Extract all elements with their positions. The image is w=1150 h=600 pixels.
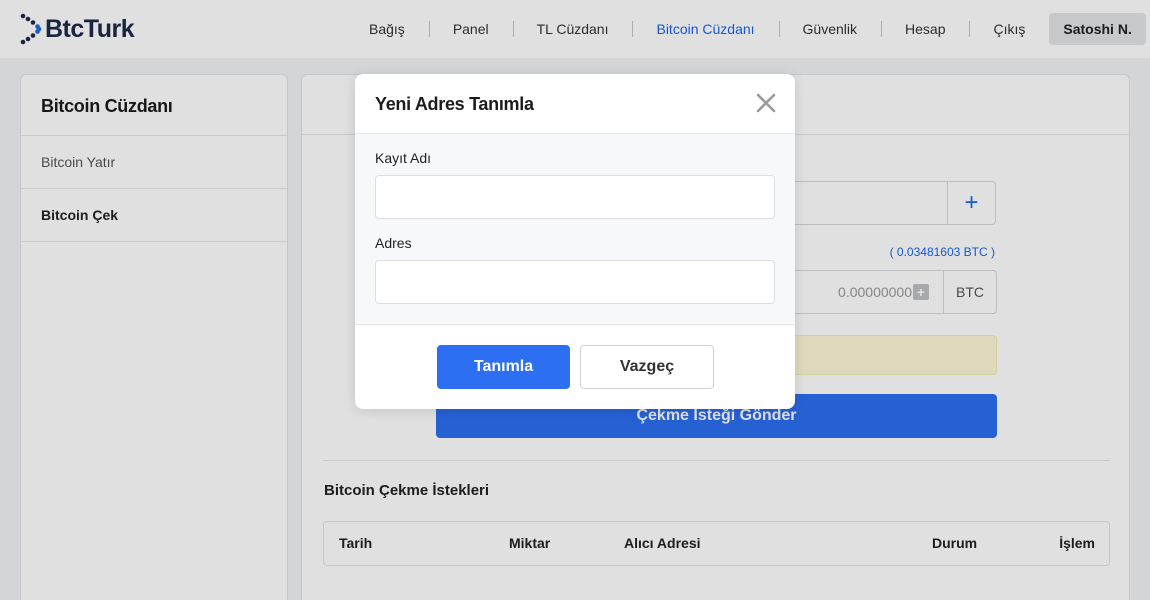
address-label: Adres <box>375 235 412 251</box>
define-button[interactable]: Tanımla <box>437 345 570 389</box>
close-icon[interactable] <box>756 93 776 113</box>
record-name-input[interactable] <box>375 175 775 219</box>
divider <box>355 324 795 325</box>
cancel-button[interactable]: Vazgeç <box>580 345 714 389</box>
modal-title: Yeni Adres Tanımla <box>375 94 534 114</box>
modal-body: Kayıt Adı Adres <box>355 134 795 324</box>
address-input[interactable] <box>375 260 775 304</box>
record-name-label: Kayıt Adı <box>375 150 432 166</box>
new-address-modal: Yeni Adres Tanımla Kayıt Adı Adres Tanım… <box>355 74 795 409</box>
